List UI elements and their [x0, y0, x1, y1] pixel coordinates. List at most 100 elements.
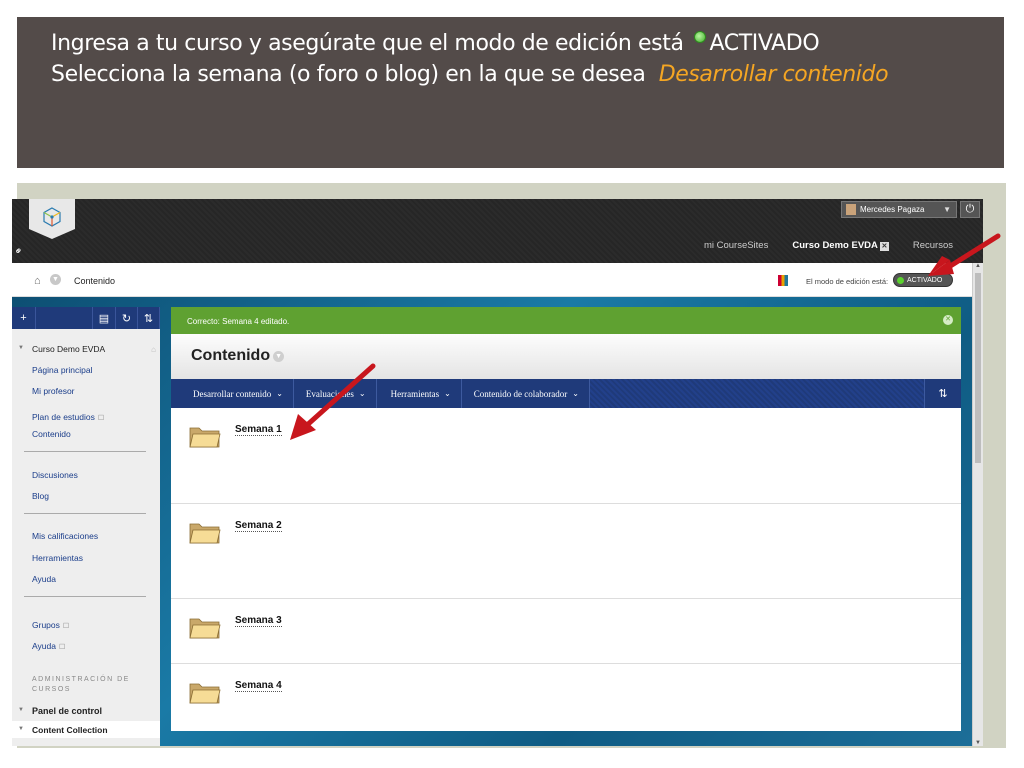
breadcrumb-current: Contenido: [74, 276, 116, 286]
add-menu-item-button[interactable]: +: [12, 307, 36, 329]
close-icon[interactable]: ✕: [879, 242, 889, 251]
sidebar-item-mis-calificaciones[interactable]: Mis calificaciones: [32, 531, 98, 541]
sidebar-item-mi-profesor[interactable]: Mi profesor: [32, 386, 75, 396]
item-title-link[interactable]: Semana 3: [235, 615, 282, 627]
menu-label: Herramientas: [390, 388, 440, 399]
folder-icon: [189, 427, 221, 448]
instruction-line-1-status: ACTIVADO: [709, 31, 820, 56]
content-item-semana-3: Semana 3: [171, 599, 961, 664]
sidebar-item-plan-de-estudios[interactable]: Plan de estudios ☐: [32, 407, 104, 425]
chevron-down-icon[interactable]: ▼: [273, 351, 285, 362]
tab-recursos[interactable]: Recursos: [913, 240, 953, 251]
content-collection-row[interactable]: ▼ Content Collection: [12, 721, 160, 738]
breadcrumb: ⌂ ▼ Contenido El modo de edición está: A…: [12, 263, 972, 297]
collapse-triangle-icon[interactable]: ▼: [18, 707, 24, 713]
instruction-banner: Ingresa a tu curso y asegúrate que el mo…: [17, 17, 1004, 168]
folder-icon: [189, 618, 221, 639]
content-item-semana-4: Semana 4: [171, 664, 961, 731]
admin-heading: ADMINISTRACIÓN DE CURSOS: [32, 675, 130, 695]
app-header: ⚭ Mercedes Pagaza ▼ ⏻ mi CourseSites Cur…: [12, 199, 983, 263]
edit-mode-toggle[interactable]: ACTIVADO: [893, 273, 953, 287]
action-menu-bar: Desarrollar contenido ⌄ Evaluaciones ⌄ Her…: [171, 379, 961, 408]
admin-heading-line-1: ADMINISTRACIÓN DE: [32, 676, 130, 683]
item-title-link[interactable]: Semana 4: [235, 680, 282, 692]
item-title-link[interactable]: Semana 1: [235, 424, 282, 436]
green-status-icon: [693, 31, 706, 43]
page-title-bar: Contenido ▼: [171, 334, 961, 379]
folder-view-button[interactable]: ▤: [92, 307, 116, 329]
sidebar-item-discusiones[interactable]: Discusiones: [32, 470, 78, 480]
chevron-down-icon: ⌄: [444, 389, 451, 398]
chevron-down-icon: ⌄: [276, 389, 283, 398]
reorder-button[interactable]: ⇅: [138, 307, 160, 329]
page-scrollbar[interactable]: ▲ ▼: [972, 263, 983, 746]
coursesites-logo[interactable]: [29, 199, 75, 239]
avatar: [846, 204, 856, 215]
course-menu-toolbar: + ▤ ↻ ⇅: [12, 307, 160, 329]
sidebar-item-label: Plan de estudios: [32, 412, 95, 422]
home-icon[interactable]: ⌂: [151, 345, 156, 354]
menu-label: Contenido de colaborador: [473, 388, 568, 399]
coursesites-app: ⚭ Mercedes Pagaza ▼ ⏻ mi CourseSites Cur…: [12, 199, 983, 746]
scrollbar-thumb[interactable]: [975, 273, 981, 463]
sort-arrows-icon: ⇅: [143, 312, 154, 325]
sidebar-item-ayuda-2[interactable]: Ayuda ☐: [32, 636, 65, 654]
plus-icon: +: [20, 312, 27, 324]
chevron-down-icon: ⌄: [572, 389, 579, 398]
power-icon: ⏻: [965, 203, 975, 215]
folder-icon: ▤: [98, 312, 110, 325]
top-nav-tabs: mi CourseSites Curso Demo EVDA ✕ Recursos: [704, 240, 953, 251]
green-status-icon: [897, 276, 904, 284]
book-icon[interactable]: [778, 275, 788, 286]
logout-power-button[interactable]: ⏻: [960, 201, 980, 218]
control-panel-heading[interactable]: Panel de control: [32, 706, 102, 716]
page-title: Contenido ▼: [191, 347, 285, 365]
menu-label: Desarrollar contenido: [193, 388, 272, 399]
reorder-button[interactable]: ⇅: [924, 379, 961, 408]
divider: [24, 596, 146, 597]
divider: [24, 451, 146, 452]
home-icon[interactable]: ⌂: [34, 275, 41, 287]
instruction-line-1-text: Ingresa a tu curso y asegúrate que el mo…: [51, 31, 684, 56]
unavailable-icon: ☐: [97, 415, 105, 422]
unavailable-icon: ☐: [58, 644, 66, 651]
tab-mi-coursesites[interactable]: mi CourseSites: [704, 240, 768, 251]
main-content: Correcto: Semana 4 editado. ✕ Contenido ▼…: [171, 307, 961, 731]
scroll-down-icon[interactable]: ▼: [975, 740, 981, 746]
sidebar-item-ayuda[interactable]: Ayuda: [32, 574, 56, 584]
folder-icon: [189, 523, 221, 544]
refresh-button[interactable]: ↻: [116, 307, 138, 329]
desarrollar-contenido-button[interactable]: Desarrollar contenido ⌄: [171, 379, 294, 408]
sidebar-item-contenido[interactable]: Contenido: [32, 429, 71, 439]
item-title-link[interactable]: Semana 2: [235, 520, 282, 532]
admin-heading-line-2: CURSOS: [32, 686, 71, 693]
menu-bar-fill: [589, 379, 924, 408]
herramientas-button[interactable]: Herramientas ⌄: [377, 379, 462, 408]
sidebar-item-herramientas[interactable]: Herramientas: [32, 553, 83, 563]
content-collection-label: Content Collection: [32, 725, 108, 735]
tab-curso-demo-evda[interactable]: Curso Demo EVDA ✕: [792, 240, 889, 251]
instruction-line-2-text: Selecciona la semana (o foro o blog) en …: [51, 62, 646, 87]
collapse-triangle-icon[interactable]: ▼: [18, 345, 24, 351]
unavailable-icon: ☐: [62, 623, 70, 630]
user-menu-button[interactable]: Mercedes Pagaza ▼: [841, 201, 957, 218]
instruction-line-1: Ingresa a tu curso y asegúrate que el mo…: [51, 31, 820, 56]
tab-curso-demo-evda-label: Curso Demo EVDA: [792, 240, 878, 251]
link-icon[interactable]: ⚭: [12, 245, 26, 259]
chevron-down-icon[interactable]: ▼: [50, 274, 61, 285]
scroll-up-icon[interactable]: ▲: [975, 263, 981, 269]
page-title-text: Contenido: [191, 347, 271, 364]
evaluaciones-button[interactable]: Evaluaciones ⌄: [294, 379, 377, 408]
sidebar-item-pagina-principal[interactable]: Página principal: [32, 365, 92, 375]
success-message-text: Correcto: Semana 4 editado.: [187, 317, 290, 326]
course-menu-title[interactable]: Curso Demo EVDA: [32, 344, 105, 354]
divider: [24, 513, 146, 514]
content-item-semana-1: Semana 1: [171, 408, 961, 504]
contenido-colaborador-button[interactable]: Contenido de colaborador ⌄: [462, 379, 590, 408]
collapse-triangle-icon[interactable]: ▼: [18, 726, 24, 732]
menu-label: Evaluaciones: [305, 388, 354, 399]
sidebar-item-grupos[interactable]: Grupos ☐: [32, 615, 69, 633]
close-icon[interactable]: ✕: [943, 315, 953, 325]
sidebar-item-label: Grupos: [32, 620, 60, 630]
sidebar-item-blog[interactable]: Blog: [32, 491, 49, 501]
